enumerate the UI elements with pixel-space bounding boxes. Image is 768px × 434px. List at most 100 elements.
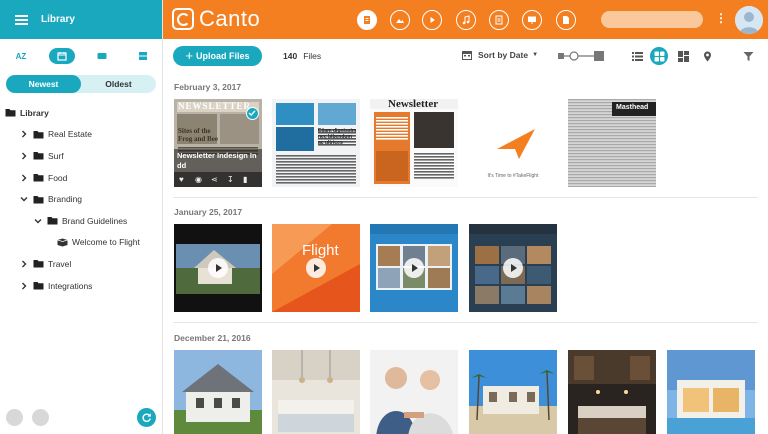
chevron-right-icon[interactable] — [19, 173, 29, 183]
refresh-button[interactable] — [137, 408, 156, 427]
chevron-right-icon[interactable] — [19, 281, 29, 291]
thumbnail-image — [370, 350, 458, 434]
asset-thumbnail[interactable] — [469, 224, 557, 312]
image-filter-button[interactable] — [390, 10, 410, 30]
video-filter-button[interactable] — [422, 10, 442, 30]
thumbnail-size-slider[interactable] — [558, 50, 604, 62]
sort-order-tabs: Newest Oldest — [6, 75, 156, 93]
view-icon[interactable]: ◉ — [195, 175, 202, 184]
tree-node-label: Integrations — [48, 280, 93, 291]
share-icon[interactable]: ⋖ — [211, 175, 218, 184]
chevron-right-icon[interactable] — [19, 151, 29, 161]
image-icon — [396, 19, 404, 23]
sort-by-dropdown[interactable]: Sort by Date ▼ — [462, 50, 538, 60]
tree-node[interactable]: Surf — [5, 145, 160, 167]
asset-thumbnail[interactable] — [272, 350, 360, 434]
list-view-button[interactable] — [628, 47, 646, 65]
date-group-label: December 21, 2016 — [174, 333, 251, 343]
date-view-button[interactable] — [48, 48, 75, 64]
thumbnail-image — [174, 350, 262, 434]
asset-thumbnail[interactable]: Flight — [272, 224, 360, 312]
upload-label: Upload Files — [196, 51, 250, 61]
folder-icon — [33, 173, 44, 182]
chevron-right-icon[interactable] — [19, 259, 29, 269]
tab-newest[interactable]: Newest — [6, 75, 81, 93]
all-files-icon — [364, 16, 370, 24]
tree-node[interactable]: Food — [5, 167, 160, 189]
play-icon[interactable] — [306, 258, 326, 278]
tree-node[interactable]: Brand Guidelines — [5, 210, 160, 232]
play-icon[interactable] — [404, 258, 424, 278]
tree-node[interactable]: Real Estate — [5, 124, 160, 146]
all-files-filter-button[interactable] — [357, 10, 377, 30]
tree-node-label: Real Estate — [48, 129, 92, 140]
favorite-icon[interactable]: ♥ — [179, 175, 184, 184]
delete-icon[interactable]: ▮ — [243, 175, 247, 184]
search-input[interactable] — [601, 11, 703, 28]
tree-node-label: Brand Guidelines — [62, 215, 128, 226]
hamburger-menu-icon[interactable] — [15, 14, 28, 25]
other-file-filter-button[interactable] — [556, 10, 576, 30]
map-view-button[interactable] — [698, 47, 716, 65]
tab-oldest[interactable]: Oldest — [81, 75, 156, 93]
asset-thumbnail[interactable]: NEWSLETTER Sites of the Frog and Bee Newsl… — [174, 99, 262, 187]
tree-node[interactable]: Welcome to Flight — [5, 232, 160, 254]
stack-icon — [138, 52, 147, 60]
asset-thumbnail[interactable] — [370, 350, 458, 434]
tree-node-label: Travel — [48, 258, 72, 269]
download-icon[interactable]: ↧ — [227, 175, 234, 184]
list-view-button[interactable] — [130, 48, 156, 64]
chat-icon[interactable] — [32, 409, 49, 426]
asset-thumbnail[interactable] — [469, 350, 557, 434]
date-group-label: February 3, 2017 — [174, 82, 242, 92]
grid-view-button[interactable] — [650, 47, 668, 65]
document-filter-button[interactable] — [489, 10, 509, 30]
presentation-filter-button[interactable] — [522, 10, 542, 30]
asset-thumbnail[interactable]: Etiam dignissim nec bibendum ac ultrices — [272, 99, 360, 187]
tree-node[interactable]: Travel — [5, 253, 160, 275]
asset-thumbnail[interactable] — [667, 350, 755, 434]
chevron-down-icon: ▼ — [532, 52, 539, 58]
asset-thumbnail[interactable]: It's Time to #TakeFlight — [469, 99, 557, 187]
user-circle-icon[interactable] — [6, 409, 23, 426]
chevron-down-icon[interactable] — [33, 216, 43, 226]
tree-node[interactable]: Library — [5, 102, 160, 124]
document-icon — [495, 15, 503, 25]
tree-node-label: Food — [48, 172, 68, 183]
asset-thumbnail[interactable]: Masthead — [568, 99, 656, 187]
album-icon — [97, 53, 107, 59]
selected-check-icon[interactable] — [246, 107, 259, 120]
asset-thumbnail[interactable]: Newsletter — [370, 99, 458, 187]
tree-node[interactable]: Branding — [5, 188, 160, 210]
canto-logo-icon — [172, 8, 194, 30]
sidebar-title: Library — [41, 14, 75, 25]
chevron-right-icon[interactable] — [19, 129, 29, 139]
filter-button[interactable] — [739, 47, 757, 65]
folder-open-icon — [47, 216, 58, 225]
user-avatar[interactable] — [735, 6, 763, 34]
thumbnail-header-text: Newsletter — [388, 99, 439, 110]
calendar-icon — [57, 52, 67, 61]
other-file-icon — [563, 16, 569, 24]
large-grid-button[interactable] — [674, 47, 692, 65]
asset-thumbnail[interactable] — [568, 350, 656, 434]
sort-label: Sort by Date — [478, 50, 529, 60]
asset-thumbnail[interactable] — [370, 224, 458, 312]
more-options-icon[interactable]: ⋮ — [715, 12, 727, 24]
upload-files-button[interactable]: + Upload Files — [173, 46, 262, 66]
tree-node-label: Library — [20, 107, 49, 118]
canto-logo[interactable]: Canto — [172, 6, 260, 32]
audio-filter-button[interactable] — [456, 10, 476, 30]
date-group-label: January 25, 2017 — [174, 207, 243, 217]
asset-thumbnail[interactable] — [174, 224, 262, 312]
az-sort-button[interactable]: AZ — [8, 48, 34, 64]
chevron-down-icon[interactable] — [19, 194, 29, 204]
asset-thumbnail[interactable] — [174, 350, 262, 434]
plus-icon: + — [185, 48, 194, 63]
large-grid-icon — [677, 50, 689, 62]
play-icon[interactable] — [208, 258, 228, 278]
album-view-button[interactable] — [89, 48, 115, 64]
thumbnail-header-text: Flight — [302, 242, 339, 259]
play-icon[interactable] — [503, 258, 523, 278]
tree-node[interactable]: Integrations — [5, 275, 160, 297]
